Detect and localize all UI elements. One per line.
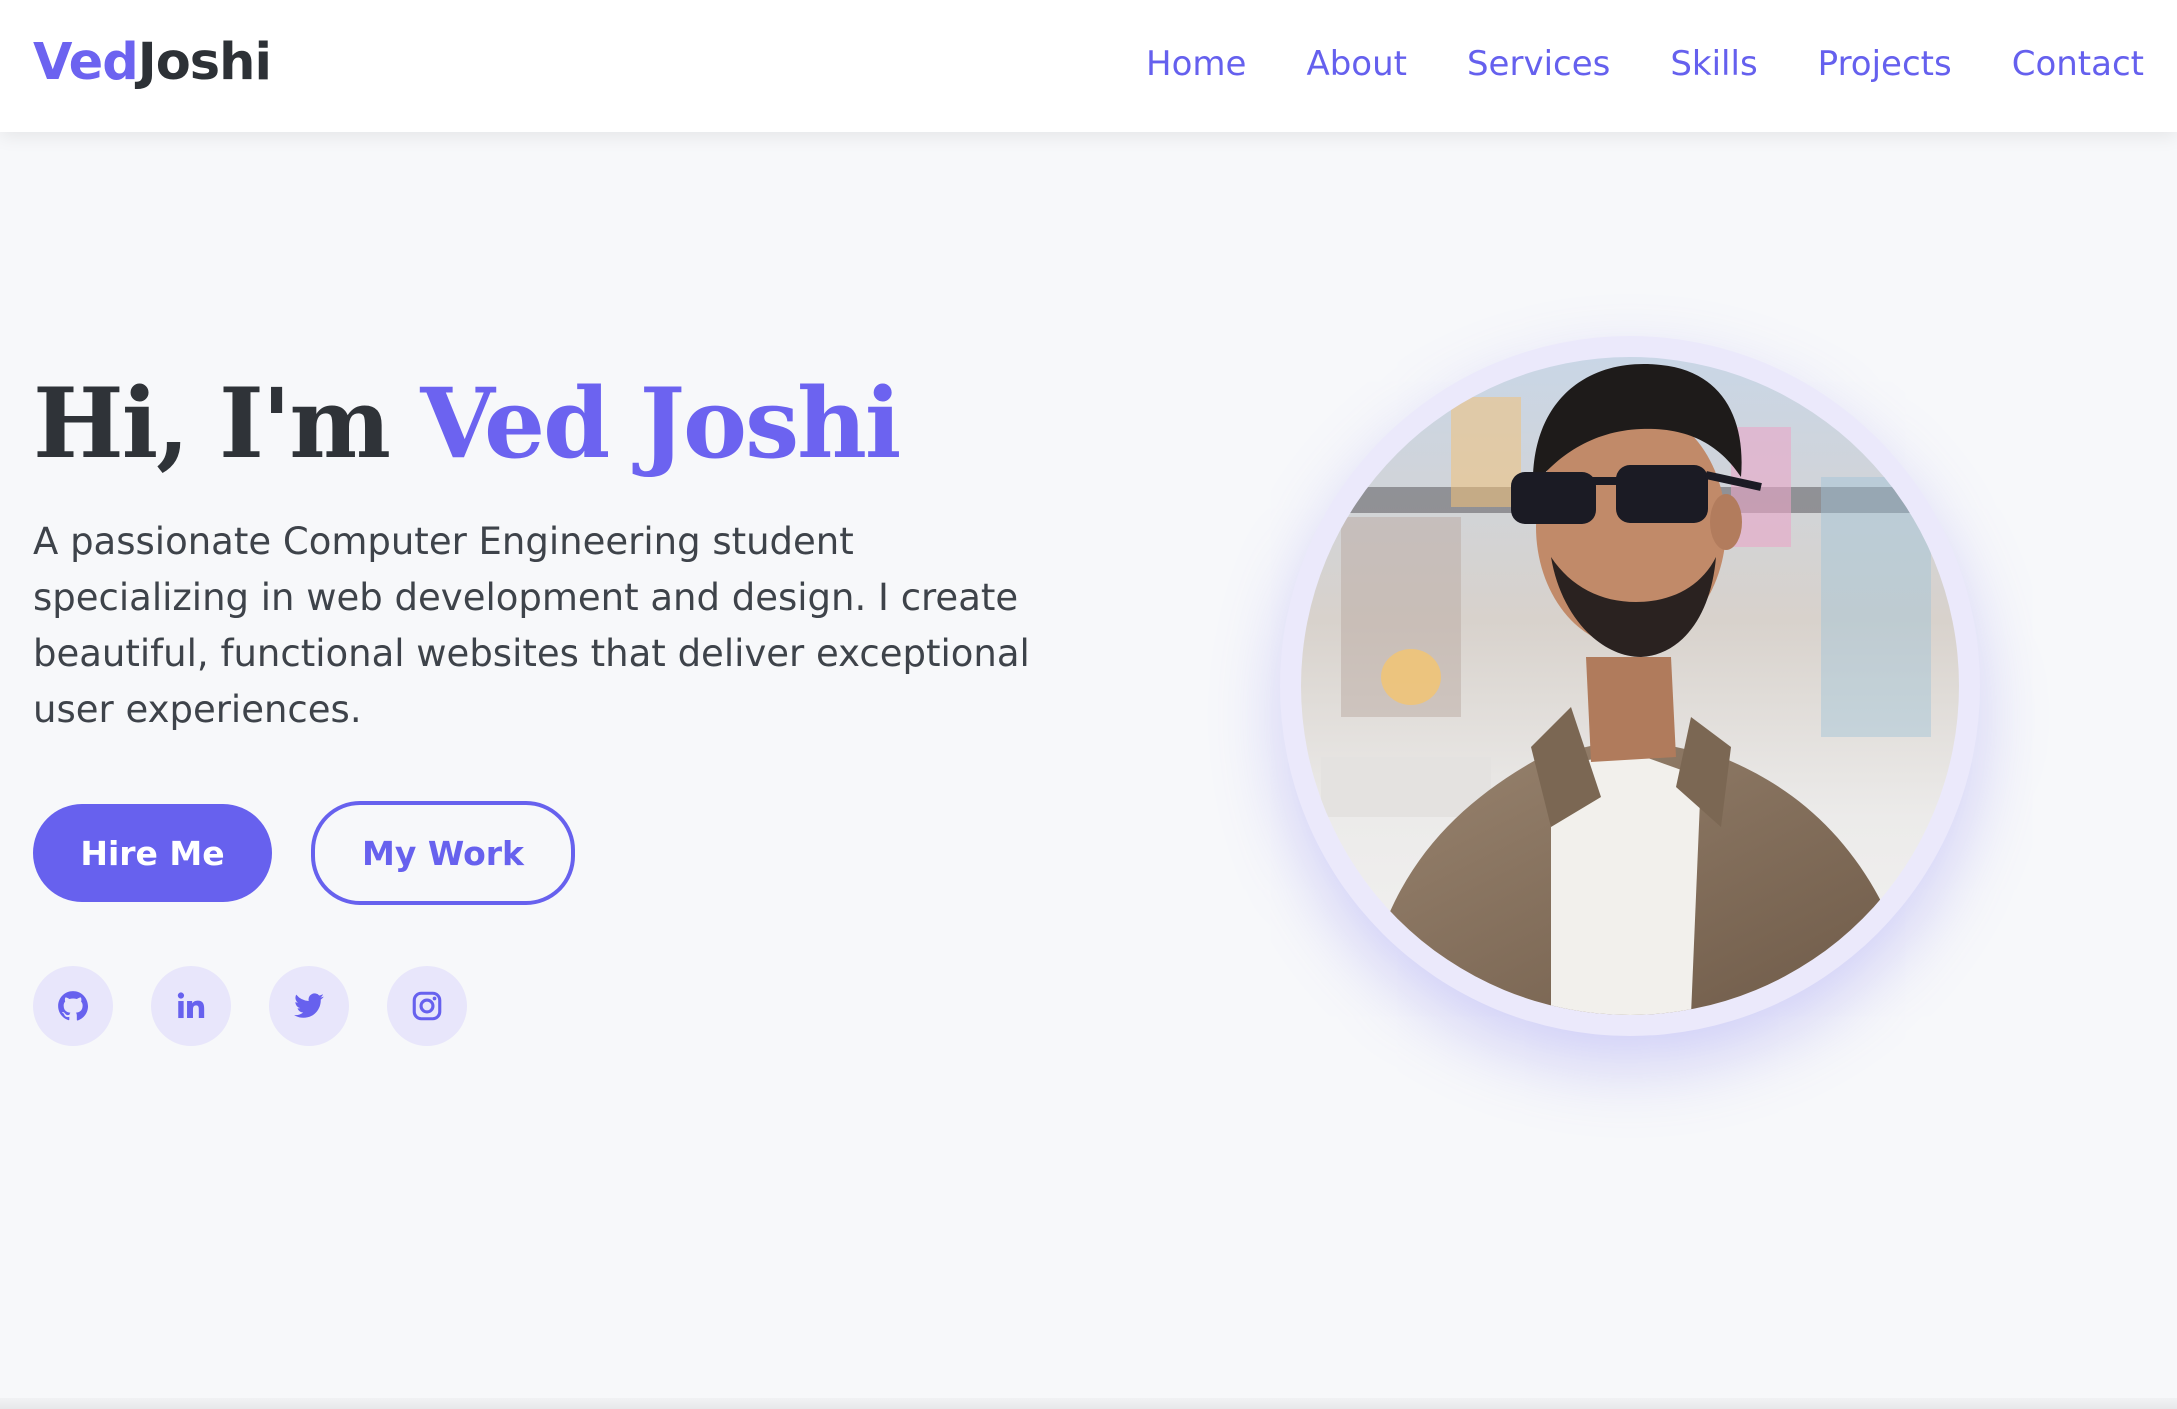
profile-photo-illustration (1301, 357, 1959, 1015)
twitter-link[interactable] (269, 966, 349, 1046)
logo-last: Joshi (137, 33, 272, 92)
profile-photo (1301, 357, 1959, 1015)
instagram-link[interactable] (387, 966, 467, 1046)
hero-name: Ved Joshi (420, 367, 901, 480)
logo[interactable]: VedJoshi (33, 30, 272, 96)
logo-first: Ved (33, 33, 139, 92)
my-work-button[interactable]: My Work (311, 801, 575, 905)
social-links (33, 966, 467, 1046)
github-icon (58, 991, 89, 1021)
site-header: VedJoshi Home About Services Skills Proj… (0, 0, 2177, 132)
hero-title: Hi, I'm Ved Joshi (33, 360, 901, 488)
hero-greeting: Hi, I'm (33, 367, 421, 480)
portrait-frame (1280, 336, 1980, 1036)
nav-home[interactable]: Home (1146, 38, 1246, 90)
twitter-icon (294, 993, 324, 1018)
nav-about[interactable]: About (1306, 38, 1407, 90)
nav-contact[interactable]: Contact (2012, 38, 2144, 90)
hero-description: A passionate Computer Engineering studen… (33, 520, 1030, 731)
nav-projects[interactable]: Projects (1818, 38, 1952, 90)
instagram-icon (412, 991, 442, 1021)
linkedin-icon (177, 992, 205, 1019)
hire-me-button[interactable]: Hire Me (33, 804, 272, 902)
page-bottom-edge (0, 1398, 2177, 1409)
nav-services[interactable]: Services (1467, 38, 1610, 90)
nav-skills[interactable]: Skills (1670, 38, 1757, 90)
github-link[interactable] (33, 966, 113, 1046)
linkedin-link[interactable] (151, 966, 231, 1046)
main-nav: Home About Services Skills Projects Cont… (1146, 38, 2144, 90)
